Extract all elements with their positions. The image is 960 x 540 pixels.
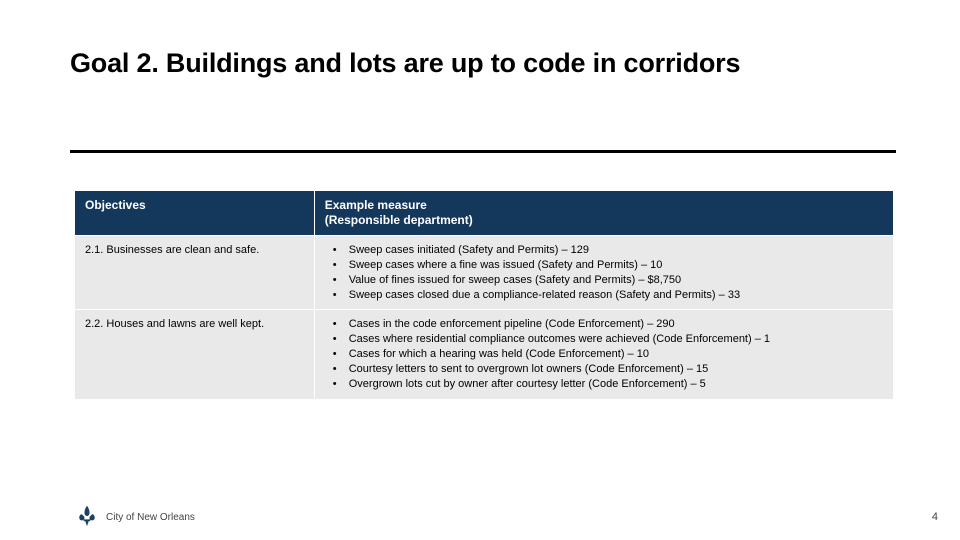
page-title: Goal 2. Buildings and lots are up to cod… (70, 48, 740, 79)
col-header-objectives-text: Objectives (85, 198, 146, 212)
objective-text: 2.1. Businesses are clean and safe. (85, 244, 259, 256)
col-header-objectives: Objectives (75, 191, 315, 236)
page-number: 4 (932, 511, 938, 523)
footer: City of New Orleans 4 (0, 496, 960, 540)
col-header-measures: Example measure (Responsible department) (314, 191, 893, 236)
measures-list: Cases in the code enforcement pipeline (… (325, 317, 883, 391)
list-item: Sweep cases where a fine was issued (Saf… (325, 258, 883, 273)
slide: Goal 2. Buildings and lots are up to cod… (0, 0, 960, 540)
objective-cell: 2.2. Houses and lawns are well kept. (75, 310, 315, 399)
horizontal-rule (70, 150, 896, 153)
objective-cell: 2.1. Businesses are clean and safe. (75, 236, 315, 310)
list-item: Sweep cases closed due a compliance-rela… (325, 288, 883, 303)
col-header-measures-text: Example measure (Responsible department) (325, 198, 473, 228)
list-item: Value of fines issued for sweep cases (S… (325, 273, 883, 288)
list-item: Overgrown lots cut by owner after courte… (325, 377, 883, 392)
list-item: Sweep cases initiated (Safety and Permit… (325, 243, 883, 258)
list-item: Cases in the code enforcement pipeline (… (325, 317, 883, 332)
measures-cell: Cases in the code enforcement pipeline (… (314, 310, 893, 399)
fleur-de-lis-icon (76, 504, 98, 528)
list-item: Cases for which a hearing was held (Code… (325, 347, 883, 362)
list-item: Cases where residential compliance outco… (325, 332, 883, 347)
objective-text: 2.2. Houses and lawns are well kept. (85, 318, 264, 330)
measures-list: Sweep cases initiated (Safety and Permit… (325, 243, 883, 302)
measures-cell: Sweep cases initiated (Safety and Permit… (314, 236, 893, 310)
table-header-row: Objectives Example measure (Responsible … (75, 191, 894, 236)
table-row: 2.1. Businesses are clean and safe. Swee… (75, 236, 894, 310)
objectives-table: Objectives Example measure (Responsible … (74, 190, 894, 400)
list-item: Courtesy letters to sent to overgrown lo… (325, 362, 883, 377)
table-row: 2.2. Houses and lawns are well kept. Cas… (75, 310, 894, 399)
footer-org: City of New Orleans (106, 512, 195, 523)
